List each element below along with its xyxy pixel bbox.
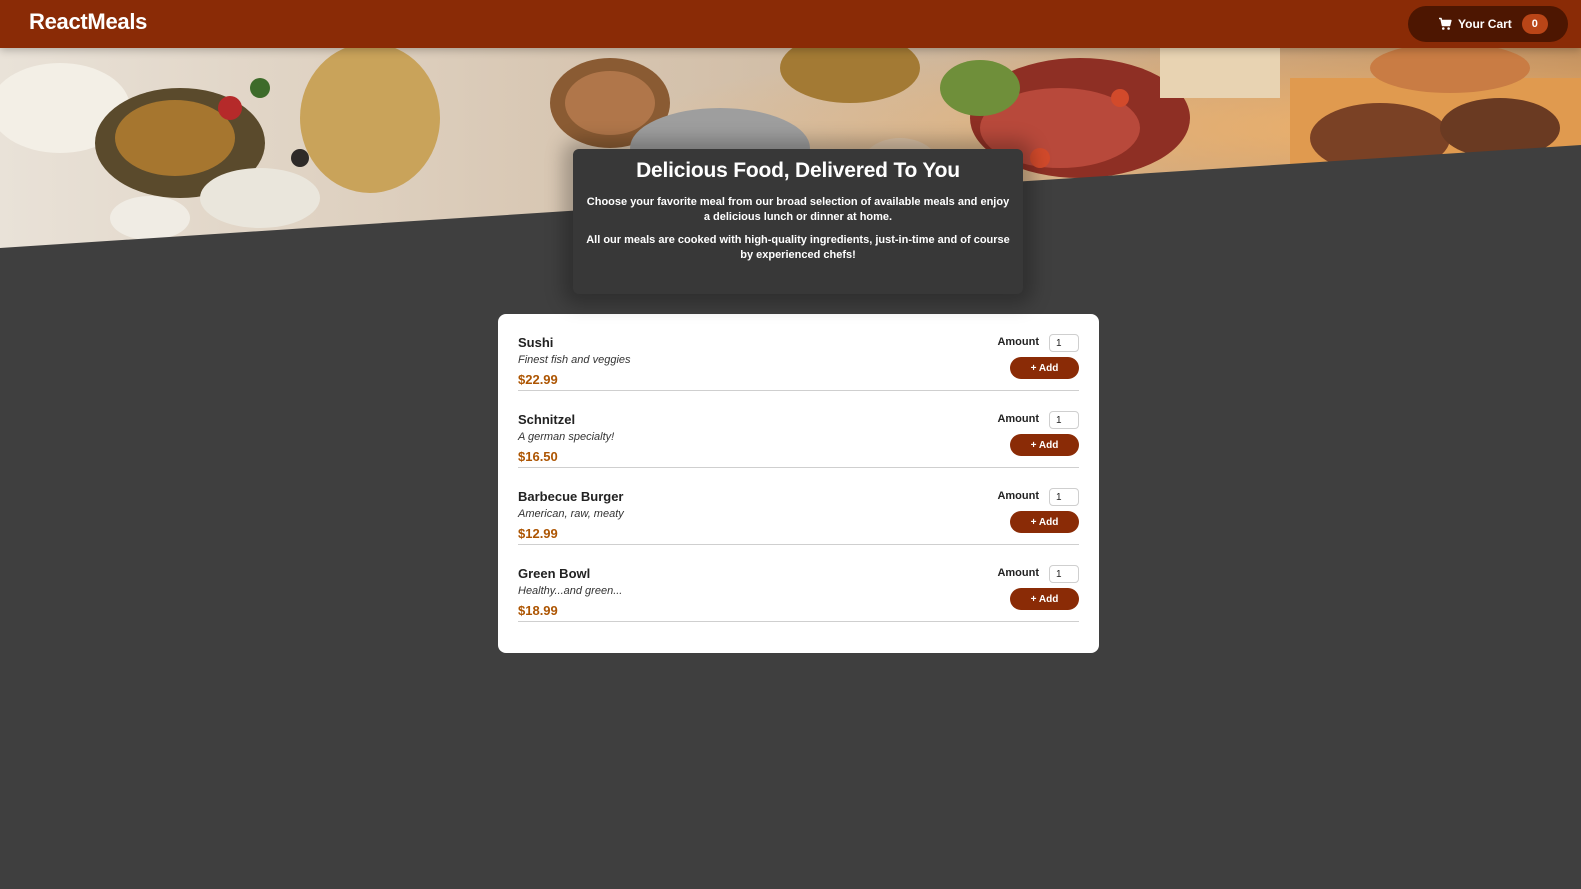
meal-item: Schnitzel A german specialty! $16.50 Amo… <box>518 391 1079 468</box>
amount-input[interactable] <box>1049 565 1079 583</box>
amount-label: Amount <box>997 490 1039 502</box>
add-button[interactable]: + Add <box>1010 588 1079 610</box>
meal-price: $12.99 <box>518 526 558 541</box>
cart-icon <box>1438 17 1452 31</box>
summary-paragraph: All our meals are cooked with high-quali… <box>586 234 1010 261</box>
meal-price: $22.99 <box>518 372 558 387</box>
amount-label: Amount <box>997 336 1039 348</box>
amount-label: Amount <box>997 567 1039 579</box>
meal-item: Green Bowl Healthy...and green... $18.99… <box>518 545 1079 622</box>
meal-description: Finest fish and veggies <box>518 354 631 366</box>
summary-title: Delicious Food, Delivered To You <box>636 159 960 182</box>
meal-name: Sushi <box>518 335 554 350</box>
meal-item: Sushi Finest fish and veggies $22.99 Amo… <box>518 314 1079 391</box>
meal-description: Healthy...and green... <box>518 585 623 597</box>
amount-label: Amount <box>997 413 1039 425</box>
cart-button[interactable]: Your Cart 0 <box>1408 6 1568 42</box>
app-header: ReactMeals Your Cart 0 <box>0 0 1581 48</box>
meal-price: $16.50 <box>518 449 558 464</box>
amount-input[interactable] <box>1049 334 1079 352</box>
brand-logo: ReactMeals <box>29 9 148 34</box>
meal-description: A german specialty! <box>518 431 615 443</box>
meals-list: Sushi Finest fish and veggies $22.99 Amo… <box>498 314 1099 653</box>
summary-card: Delicious Food, Delivered To You Choose … <box>573 149 1023 294</box>
add-button[interactable]: + Add <box>1010 434 1079 456</box>
add-button[interactable]: + Add <box>1010 511 1079 533</box>
meal-name: Barbecue Burger <box>518 489 624 504</box>
add-button[interactable]: + Add <box>1010 357 1079 379</box>
summary-paragraph: Choose your favorite meal from our broad… <box>586 196 1010 223</box>
cart-label: Your Cart <box>1458 17 1512 31</box>
meal-name: Schnitzel <box>518 412 576 427</box>
cart-count-badge: 0 <box>1521 14 1548 34</box>
amount-input[interactable] <box>1049 411 1079 429</box>
meal-price: $18.99 <box>518 603 558 618</box>
meal-item: Barbecue Burger American, raw, meaty $12… <box>518 468 1079 545</box>
amount-input[interactable] <box>1049 488 1079 506</box>
meal-name: Green Bowl <box>518 566 591 581</box>
meal-description: American, raw, meaty <box>518 508 624 520</box>
